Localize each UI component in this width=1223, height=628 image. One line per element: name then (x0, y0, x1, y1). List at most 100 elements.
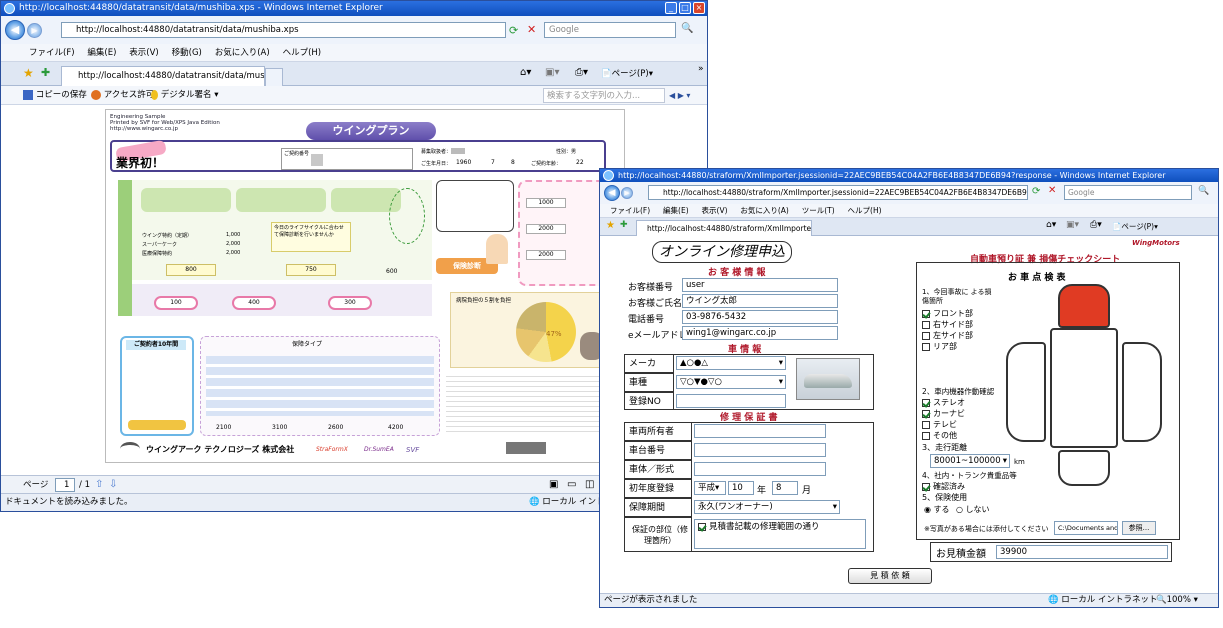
page-up-icon[interactable]: ⇧ (95, 476, 103, 494)
print-icon-2[interactable]: ⎙▾ (1090, 220, 1102, 230)
tab-mushiba[interactable]: http://localhost:44880/datatransit/data/… (61, 66, 265, 86)
stop-icon-2[interactable]: ✕ (1048, 185, 1056, 196)
add-favorites-icon-2[interactable]: ✚ (620, 220, 628, 230)
save-copy-button[interactable]: コピーの保存 (23, 86, 87, 105)
find-nav-icons[interactable]: ◀ ▶ ▾ (669, 86, 690, 105)
menu-edit[interactable]: 編集(E) (87, 44, 116, 62)
fit-page-icon[interactable]: ▣ (549, 476, 558, 494)
menu-favorites[interactable]: お気に入り(A) (215, 44, 270, 62)
stop-icon[interactable]: ✕ (527, 23, 536, 36)
search-input-2[interactable]: Google (1064, 185, 1192, 200)
parts-checkbox-row[interactable]: 見積書記載の修理範囲の通り (694, 519, 866, 549)
maker-select[interactable]: ▲○●△ ▾ (676, 356, 786, 370)
vin-input[interactable] (694, 443, 826, 457)
q2-opt-2[interactable]: テレビ (922, 419, 957, 430)
fit-width-icon[interactable]: ▭ (567, 476, 576, 494)
close-button[interactable]: × (693, 2, 705, 14)
page-down-icon[interactable]: ⇩ (109, 476, 117, 494)
menu2-tools[interactable]: ツール(T) (802, 204, 835, 218)
navi-checkbox[interactable] (922, 409, 930, 418)
q1-opt-3[interactable]: リア部 (922, 341, 957, 352)
menu-help[interactable]: ヘルプ(H) (283, 44, 322, 62)
customer-number-input[interactable]: user (682, 278, 838, 292)
menu2-favorites[interactable]: お気に入り(A) (740, 204, 788, 218)
checked-checkbox[interactable] (922, 482, 930, 491)
refresh-icon-2[interactable]: ⟳ (1032, 186, 1040, 197)
page-menu-2[interactable]: 📄ページ(P)▾ (1112, 221, 1158, 232)
menu-go[interactable]: 移動(G) (172, 44, 202, 62)
home-icon-2[interactable]: ⌂▾ (1046, 220, 1056, 230)
stereo-checkbox[interactable] (922, 398, 930, 407)
estimate-input[interactable]: 39900 (996, 545, 1168, 559)
favorites-star-icon-2[interactable]: ★ (606, 220, 615, 231)
q1-opt-1[interactable]: 右サイド部 (922, 319, 973, 330)
photo-path-input[interactable]: C:\Documents and (1054, 521, 1118, 535)
q5-yes[interactable]: ◉ する (924, 504, 950, 515)
menu2-edit[interactable]: 編集(E) (663, 204, 689, 218)
reg-number-input[interactable] (676, 394, 786, 408)
left-side-checkbox[interactable] (922, 331, 930, 340)
submit-button[interactable]: 見 積 依 頼 (848, 568, 932, 584)
q2-opt-0[interactable]: ステレオ (922, 397, 965, 408)
feeds-icon[interactable]: ▣▾ (545, 67, 559, 78)
two-pages-icon[interactable]: ◫ (585, 476, 594, 494)
menu2-view[interactable]: 表示(V) (702, 204, 728, 218)
address-bar[interactable]: http://localhost:44880/datatransit/data/… (61, 22, 506, 38)
new-tab[interactable] (265, 68, 283, 86)
mileage-select[interactable]: 80001~100000 ▾ (930, 454, 1010, 468)
front-checkbox[interactable] (922, 309, 930, 318)
q5-no[interactable]: ○ しない (956, 504, 990, 515)
q2-opt-3[interactable]: その他 (922, 430, 957, 441)
customer-name-input[interactable]: ウイング太郎 (682, 294, 838, 308)
month-input[interactable]: 8 (772, 481, 798, 495)
menu-view[interactable]: 表示(V) (129, 44, 158, 62)
right-side-checkbox[interactable] (922, 320, 930, 329)
page-number-input[interactable]: 1 (55, 478, 75, 492)
menu2-file[interactable]: ファイル(F) (610, 204, 650, 218)
rear-checkbox[interactable] (922, 342, 930, 351)
owner-input[interactable] (694, 424, 826, 438)
dropdown-icon: ▾ (778, 358, 783, 368)
model-select[interactable]: ▽○▼●▽○ ▾ (676, 375, 786, 389)
refresh-icon[interactable]: ⟳ (509, 24, 518, 37)
q1-opt-2[interactable]: 左サイド部 (922, 330, 973, 341)
parts-checkbox[interactable] (698, 522, 706, 531)
search-icon-2[interactable]: 🔍 (1198, 186, 1209, 196)
zoom-label[interactable]: 🔍100% ▾ (1156, 594, 1198, 607)
find-input[interactable]: 検索する文字列の入力... (543, 88, 665, 103)
permission-button[interactable]: アクセス許可 (91, 86, 154, 105)
type-input[interactable] (694, 462, 826, 476)
print-icon[interactable]: ⎙▾ (575, 67, 588, 78)
period-select[interactable]: 永久(ワンオーナー) ▾ (694, 500, 840, 514)
tv-checkbox[interactable] (922, 420, 930, 429)
q2-opt-1[interactable]: カーナビ (922, 408, 965, 419)
era-select[interactable]: 平成▾ (694, 481, 726, 495)
minimize-button[interactable]: _ (665, 2, 677, 14)
menu2-help[interactable]: ヘルプ(H) (848, 204, 882, 218)
q1-opt-0[interactable]: フロント部 (922, 308, 973, 319)
feeds-icon-2[interactable]: ▣▾ (1066, 220, 1079, 230)
search-icon[interactable]: 🔍 (681, 23, 693, 34)
signature-button[interactable]: デジタル署名 ▾ (151, 86, 219, 105)
maximize-button[interactable]: □ (679, 2, 691, 14)
period-label-cell: 保障期間 (624, 498, 692, 517)
search-input[interactable]: Google (544, 22, 676, 38)
address-bar-2[interactable]: http://localhost:44880/straform/XmlImpor… (648, 185, 1028, 200)
forward-button-2[interactable]: ▶ (621, 187, 633, 199)
browse-button[interactable]: 参照... (1122, 521, 1156, 535)
year-input[interactable]: 10 (728, 481, 754, 495)
favorites-star-icon[interactable]: ★ (23, 66, 34, 80)
back-button[interactable]: ◀ (5, 20, 25, 40)
back-button-2[interactable]: ◀ (604, 185, 620, 201)
other-checkbox[interactable] (922, 431, 930, 440)
phone-input[interactable]: 03-9876-5432 (682, 310, 838, 324)
home-icon[interactable]: ⌂▾ (520, 67, 531, 78)
menu-file[interactable]: ファイル(F) (29, 44, 75, 62)
email-input[interactable]: wing1@wingarc.co.jp (682, 326, 838, 340)
add-favorites-icon[interactable]: ✚ (41, 66, 50, 79)
tab-straform[interactable]: http://localhost:44880/straform/XmlImpor… (636, 220, 812, 236)
page-menu[interactable]: 📄ページ(P)▾ (601, 67, 653, 79)
forward-button[interactable]: ▶ (27, 23, 42, 38)
chevron-more-icon[interactable]: » (698, 64, 704, 74)
q4-opt[interactable]: 確認済み (922, 481, 965, 492)
